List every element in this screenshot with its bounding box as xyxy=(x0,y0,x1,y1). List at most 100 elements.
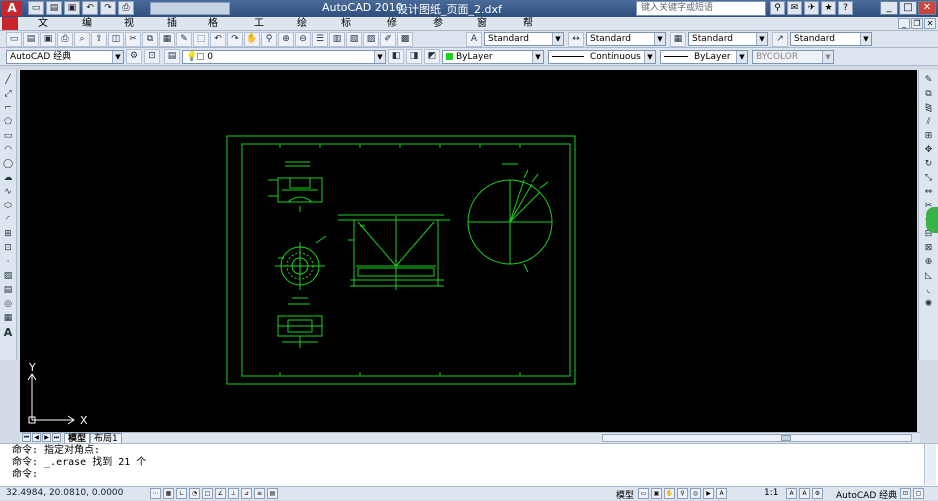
close-icon[interactable]: ✕ xyxy=(918,1,936,15)
workspace-select[interactable]: AutoCAD 经典 ▼ xyxy=(6,50,124,64)
zoom-previous-icon[interactable]: ⊖ xyxy=(295,32,311,47)
plot-preview-icon[interactable]: ⌕ xyxy=(74,32,90,47)
make-block-icon[interactable]: ⊡ xyxy=(2,242,15,255)
minimize-icon[interactable]: _ xyxy=(880,1,898,15)
quick-view-layouts-icon[interactable]: ▭ xyxy=(638,488,649,499)
cut-icon[interactable]: ✂ xyxy=(125,32,141,47)
undo-icon[interactable]: ↶ xyxy=(82,1,98,15)
annotation-scale-icon[interactable]: A xyxy=(716,488,727,499)
drawing-canvas[interactable]: Y X xyxy=(20,70,917,432)
otrack-icon[interactable]: ∠ xyxy=(215,488,226,499)
polygon-icon[interactable]: ⬠ xyxy=(2,116,15,129)
zoom-window-icon[interactable]: ⊕ xyxy=(278,32,294,47)
mirror-icon[interactable]: ⧎ xyxy=(922,102,935,115)
line-icon[interactable]: ╱ xyxy=(2,74,15,87)
offset-icon[interactable]: ⫽ xyxy=(922,116,935,129)
ducs-icon[interactable]: ⊥ xyxy=(228,488,239,499)
snap-icon[interactable]: ⋯ xyxy=(150,488,161,499)
command-line-scrollbar[interactable] xyxy=(924,444,936,485)
tool-palettes-icon[interactable]: ▧ xyxy=(346,32,362,47)
first-tab-icon[interactable]: ⏮ xyxy=(22,433,31,442)
grid-icon[interactable]: ▦ xyxy=(163,488,174,499)
model-space-label[interactable]: 模型 xyxy=(616,488,634,501)
ellipse-icon[interactable]: ⬭ xyxy=(2,200,15,213)
communication-icon[interactable]: ✈ xyxy=(804,1,819,15)
horizontal-scrollbar[interactable] xyxy=(602,434,912,442)
erase-icon[interactable]: ✎ xyxy=(922,74,935,87)
maximize-icon[interactable]: □ xyxy=(899,1,917,15)
circle-icon[interactable]: ◯ xyxy=(2,158,15,171)
publish-icon[interactable]: ⇪ xyxy=(91,32,107,47)
clean-screen-icon[interactable]: ▢ xyxy=(913,488,924,499)
open-icon[interactable]: ▤ xyxy=(23,32,39,47)
layer-manager-icon[interactable]: ▤ xyxy=(164,49,180,64)
annotation-scale[interactable]: 1:1 xyxy=(764,488,778,498)
match-properties-icon[interactable]: ✎ xyxy=(176,32,192,47)
layer-select[interactable]: 💡 0 ▼ xyxy=(182,50,386,64)
annotation-visibility-icon[interactable]: A xyxy=(786,488,797,499)
showmotion-icon[interactable]: ▶ xyxy=(703,488,714,499)
3d-dwf-icon[interactable]: ◫ xyxy=(108,32,124,47)
point-icon[interactable]: · xyxy=(2,256,15,269)
layer-previous-icon[interactable]: ◨ xyxy=(406,49,422,64)
ellipse-arc-icon[interactable]: ◜ xyxy=(2,214,15,227)
dyn-icon[interactable]: ⊿ xyxy=(241,488,252,499)
gradient-icon[interactable]: ▤ xyxy=(2,284,15,297)
table-icon[interactable]: ▦ xyxy=(2,312,15,325)
quickcalc-icon[interactable]: ▩ xyxy=(397,32,413,47)
mtext-icon[interactable]: A xyxy=(2,326,15,339)
lweight-icon[interactable]: ≡ xyxy=(254,488,265,499)
quick-access-dropdown[interactable] xyxy=(150,2,230,15)
coordinates-readout[interactable]: 32.4984, 20.0810, 0.0000 xyxy=(6,488,123,498)
polar-icon[interactable]: ◔ xyxy=(189,488,200,499)
qnew-icon[interactable]: ▭ xyxy=(6,32,22,47)
help-search-input[interactable]: 键入关键字或短语 xyxy=(636,1,766,16)
prev-tab-icon[interactable]: ◀ xyxy=(32,433,41,442)
make-current-layer-icon[interactable]: ◧ xyxy=(388,49,404,64)
explode-icon[interactable]: ✺ xyxy=(922,298,935,311)
copy-icon[interactable]: ⧉ xyxy=(922,88,935,101)
design-center-icon[interactable]: ▥ xyxy=(329,32,345,47)
favorites-icon[interactable]: ★ xyxy=(821,1,836,15)
dim-style-select[interactable]: Standard ▼ xyxy=(586,32,666,46)
hatch-icon[interactable]: ▨ xyxy=(2,270,15,283)
polyline-icon[interactable]: ⌐ xyxy=(2,102,15,115)
document-icon[interactable] xyxy=(2,17,18,30)
doc-minimize-icon[interactable]: _ xyxy=(898,18,910,29)
workspace-label[interactable]: AutoCAD 经典 xyxy=(836,488,897,501)
open-icon[interactable]: ▤ xyxy=(46,1,62,15)
qp-icon[interactable]: ▤ xyxy=(267,488,278,499)
block-editor-icon[interactable]: ⬚ xyxy=(193,32,209,47)
scale-icon[interactable]: ⤡ xyxy=(922,172,935,185)
table-style-select[interactable]: Standard ▼ xyxy=(688,32,768,46)
steering-wheel-icon[interactable]: ◎ xyxy=(690,488,701,499)
pan-icon[interactable]: ✋ xyxy=(244,32,260,47)
zoom-realtime-icon[interactable]: ⚲ xyxy=(261,32,277,47)
insert-block-icon[interactable]: ⊞ xyxy=(2,228,15,241)
construction-line-icon[interactable]: ⤢ xyxy=(2,88,15,101)
dim-style-icon[interactable]: ↔ xyxy=(568,32,584,47)
paste-icon[interactable]: ▦ xyxy=(159,32,175,47)
multileader-style-icon[interactable]: ↗ xyxy=(772,32,788,47)
linetype-select[interactable]: Continuous ▼ xyxy=(548,50,656,64)
quick-view-drawings-icon[interactable]: ▣ xyxy=(651,488,662,499)
properties-icon[interactable]: ☰ xyxy=(312,32,328,47)
command-prompt[interactable]: 命令: xyxy=(12,469,938,481)
rotate-icon[interactable]: ↻ xyxy=(922,158,935,171)
search-binoculars-icon[interactable]: ⚲ xyxy=(770,1,785,15)
join-icon[interactable]: ⊕ xyxy=(922,256,935,269)
osnap-icon[interactable]: □ xyxy=(202,488,213,499)
multileader-style-select[interactable]: Standard ▼ xyxy=(790,32,872,46)
app-logo-icon[interactable]: A xyxy=(2,1,22,16)
last-tab-icon[interactable]: ⏭ xyxy=(52,433,61,442)
move-icon[interactable]: ✥ xyxy=(922,144,935,157)
copy-clip-icon[interactable]: ⧉ xyxy=(142,32,158,47)
rectangle-icon[interactable]: ▭ xyxy=(2,130,15,143)
revision-cloud-icon[interactable]: ☁ xyxy=(2,172,15,185)
workspace-lock-icon[interactable]: ⊡ xyxy=(144,49,160,64)
plot-icon[interactable]: ⎙ xyxy=(118,1,134,15)
markup-icon[interactable]: ✐ xyxy=(380,32,396,47)
plot-icon[interactable]: ⎙ xyxy=(57,32,73,47)
auto-scale-icon[interactable]: A xyxy=(799,488,810,499)
subscription-icon[interactable]: ✉ xyxy=(787,1,802,15)
